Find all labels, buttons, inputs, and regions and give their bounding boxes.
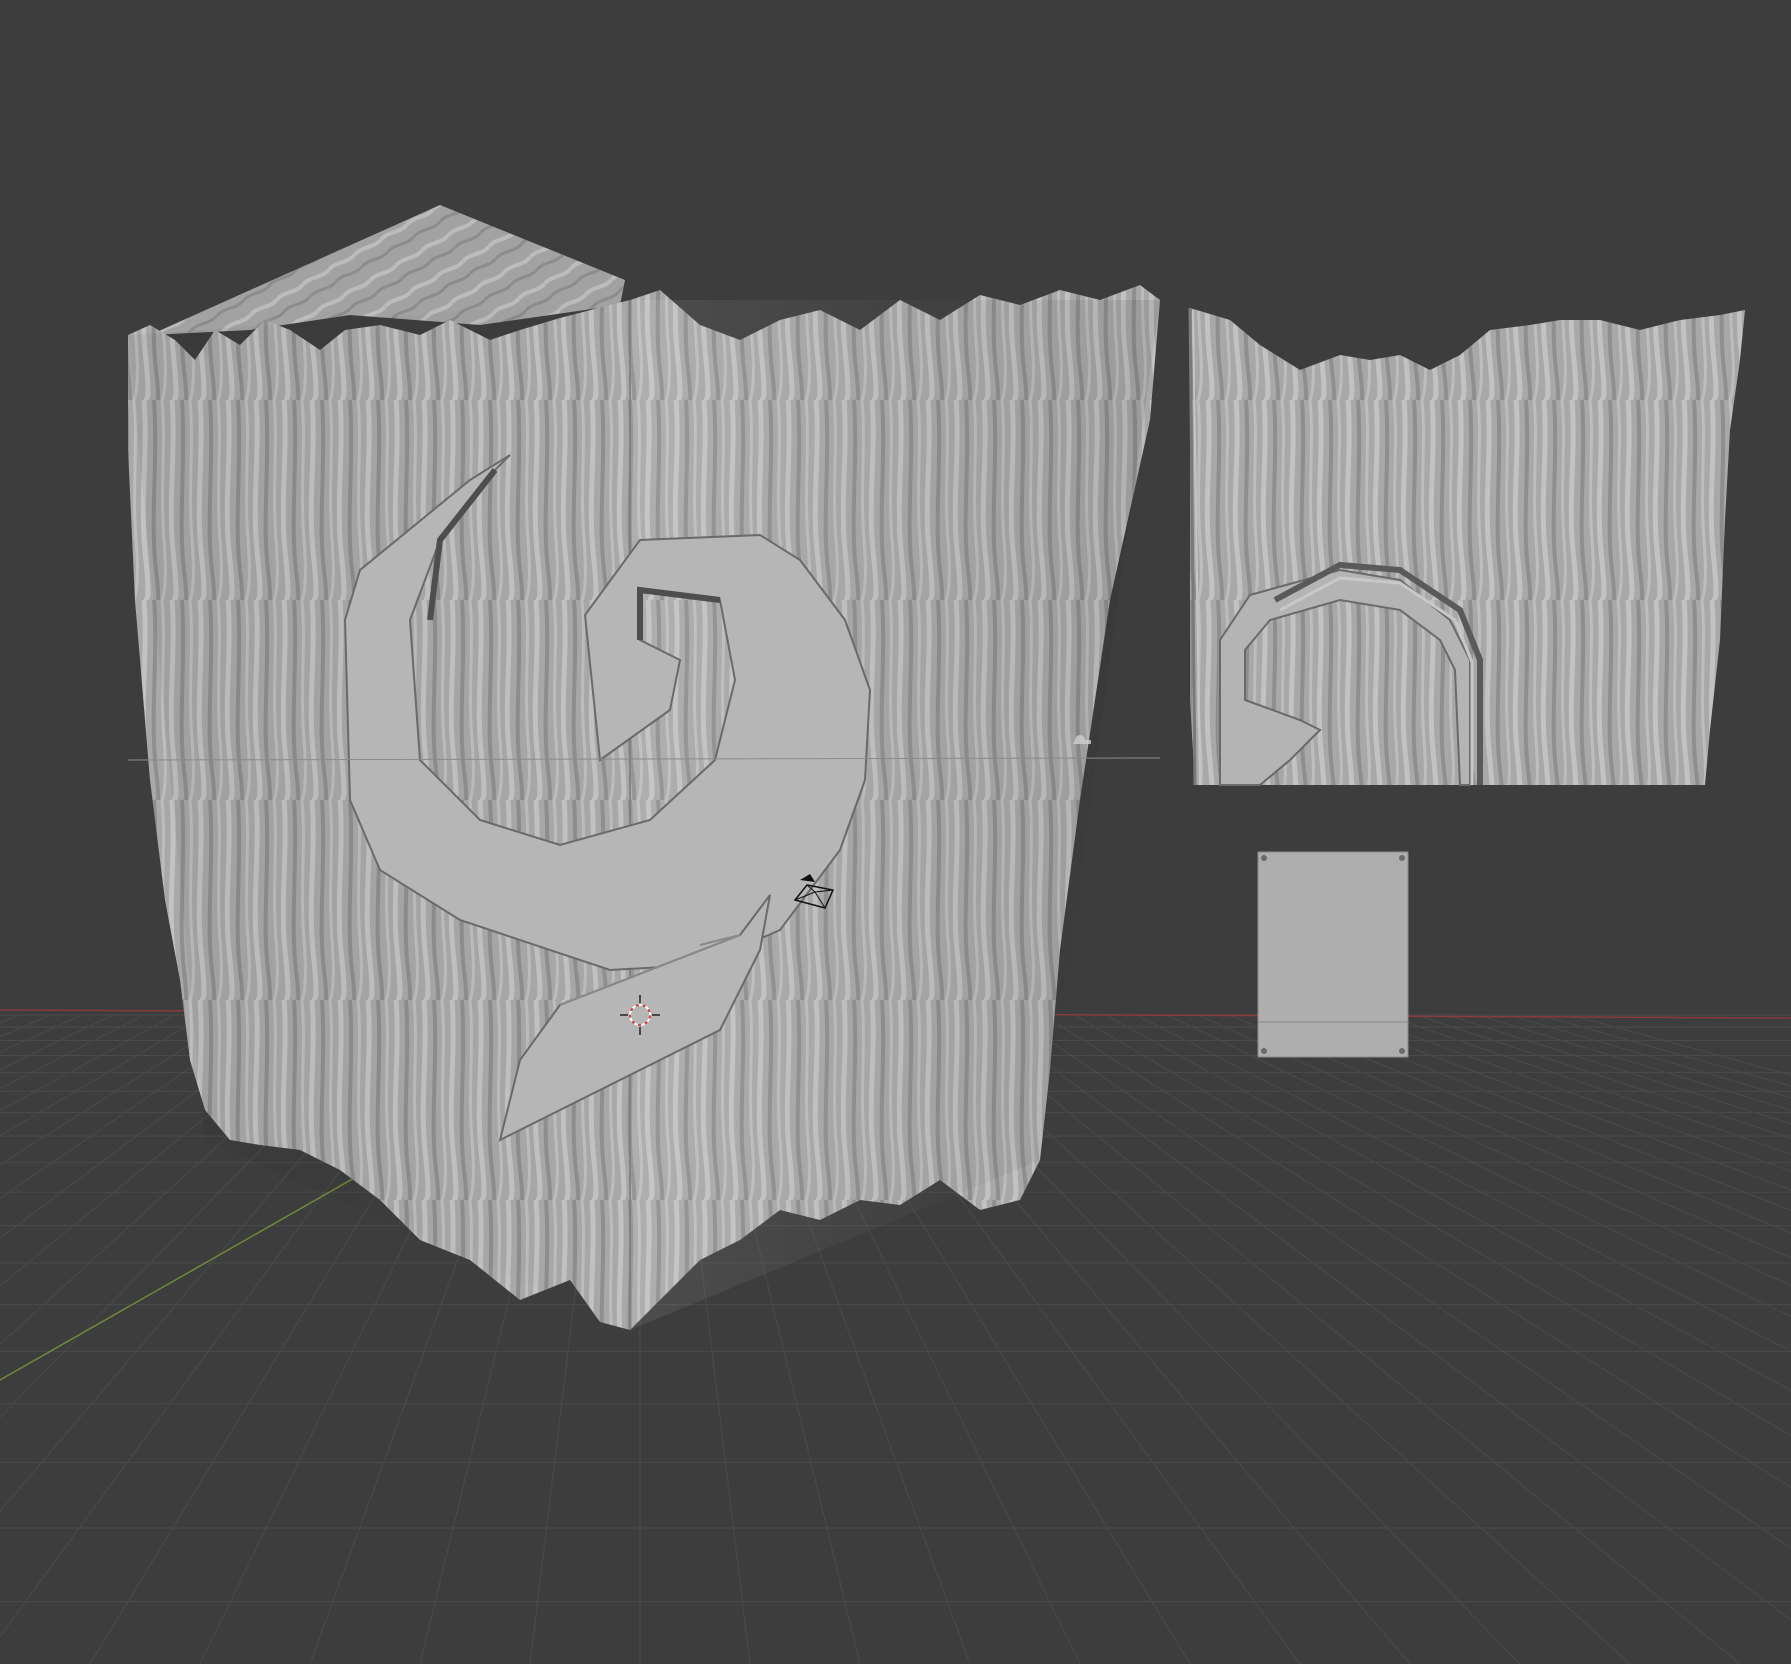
wood-panel-side[interactable] xyxy=(1188,307,1745,786)
blank-panel-small[interactable] xyxy=(1257,851,1409,1058)
3d-viewport[interactable] xyxy=(0,0,1791,1664)
viewport-canvas[interactable] xyxy=(0,0,1791,1664)
wood-crate-main[interactable] xyxy=(127,205,1161,1330)
